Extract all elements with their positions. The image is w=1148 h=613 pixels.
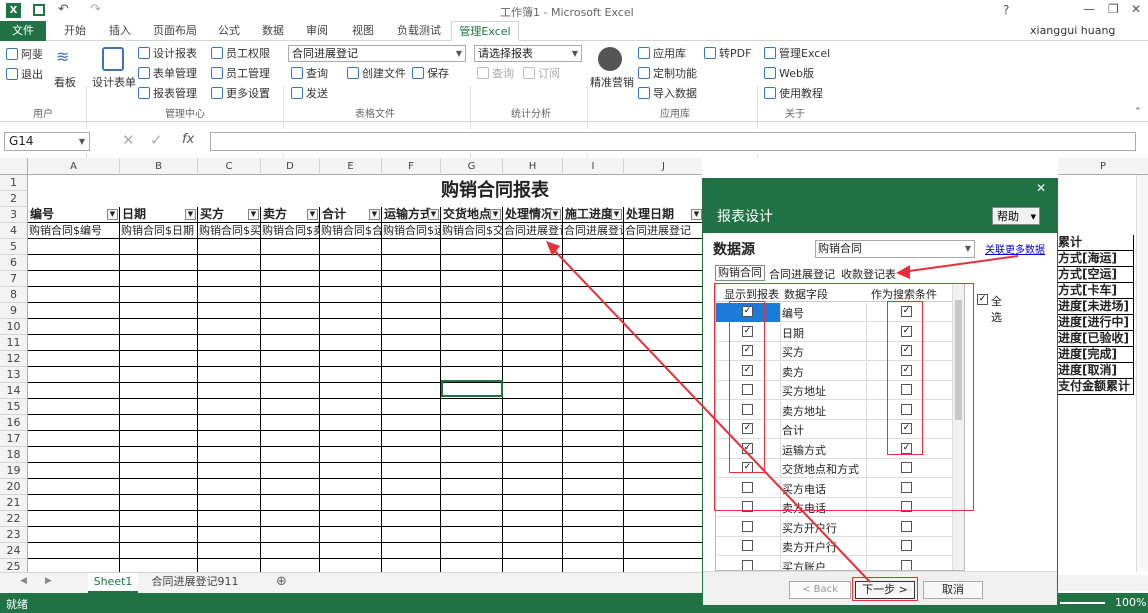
annotation-arrows xyxy=(546,241,1019,583)
